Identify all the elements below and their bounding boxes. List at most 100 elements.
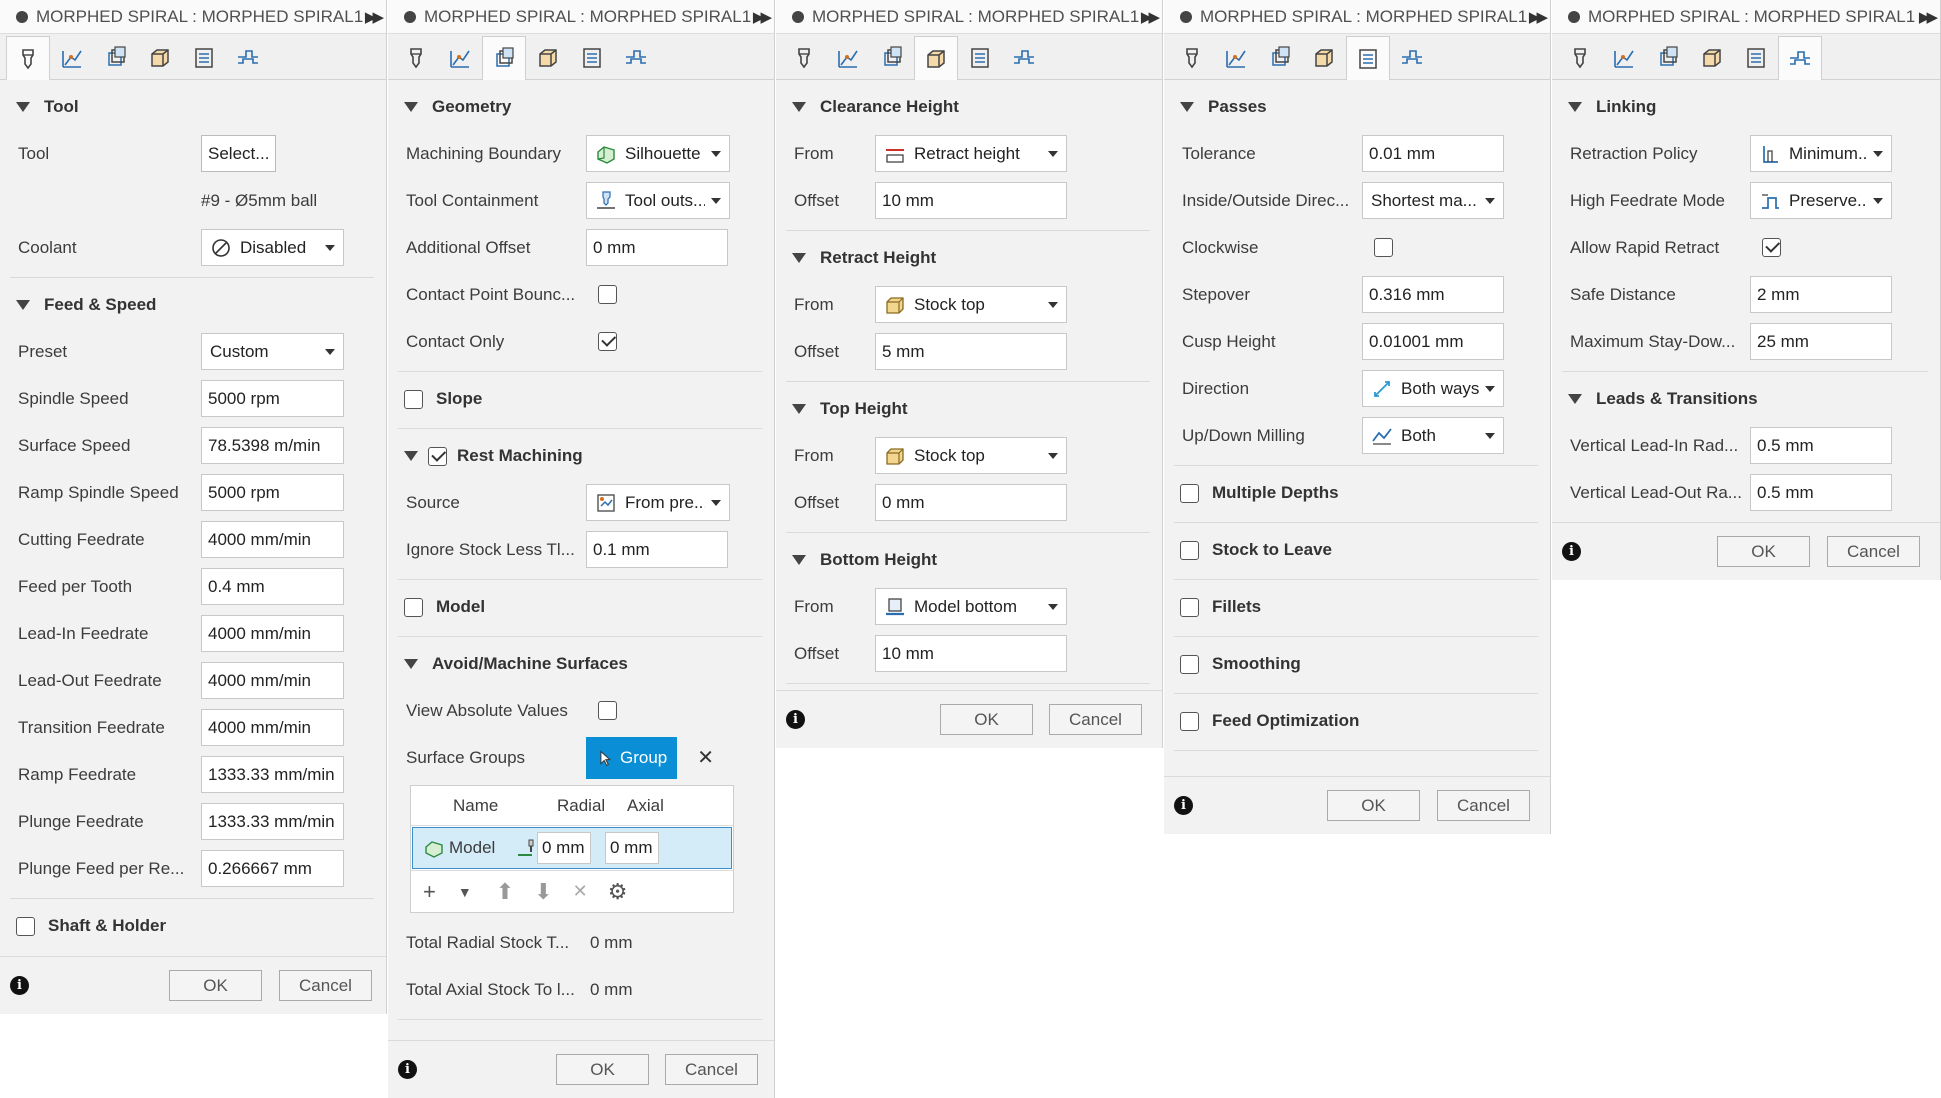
vertical-lead-in-input[interactable]: 0.5 mm [1750,427,1892,464]
tab-tool[interactable] [1558,37,1602,79]
tool-select-button[interactable]: Select... [201,135,276,172]
ok-button[interactable]: OK [169,970,262,1001]
tab-tool[interactable] [394,37,438,79]
section-header-geometry[interactable]: Geometry [398,84,762,130]
tab-passes[interactable] [1690,37,1734,79]
tab-linking[interactable] [1346,36,1390,80]
close-dot-icon[interactable] [1180,10,1192,23]
field-input[interactable]: 78.5398 m/min [201,427,344,464]
section-header-shaft-holder[interactable]: Shaft & Holder [10,903,374,949]
offset-input[interactable]: 10 mm [875,635,1067,672]
tab-linking[interactable] [1734,37,1778,79]
machining-boundary-dropdown[interactable]: Silhouette [586,135,730,172]
tab-heights[interactable] [1258,37,1302,79]
clockwise-checkbox[interactable] [1374,238,1393,257]
section-header-collapsed[interactable]: Stock to Leave [1174,527,1538,573]
settings-gear-icon[interactable]: ⚙ [608,879,628,905]
inside-outside-direction-dropdown[interactable]: Shortest ma... [1362,182,1504,219]
section-header-tool[interactable]: Tool [10,84,374,130]
expand-arrows-icon[interactable]: ▶▶ [365,8,384,26]
section-checkbox[interactable] [1180,483,1199,503]
info-icon[interactable]: i [786,710,805,729]
close-dot-icon[interactable] [792,10,804,23]
info-icon[interactable]: i [1174,796,1193,815]
table-row[interactable]: Model 0 mm 0 mm [412,827,732,869]
tab-geometry[interactable] [826,37,870,79]
allow-rapid-retract-checkbox[interactable] [1762,238,1781,257]
field-input[interactable]: 4000 mm/min [201,521,344,558]
section-checkbox[interactable] [1180,597,1199,617]
section-header-leads-transitions[interactable]: Leads & Transitions [1562,376,1928,422]
stepover-input[interactable]: 0.316 mm [1362,276,1504,313]
tab-tool[interactable] [1170,37,1214,79]
tab-passes[interactable] [914,36,958,80]
offset-input[interactable]: 10 mm [875,182,1067,219]
expand-arrows-icon[interactable]: ▶▶ [1529,8,1548,26]
section-checkbox[interactable] [1180,540,1199,560]
tab-simulation[interactable] [1390,37,1434,79]
expand-arrows-icon[interactable]: ▶▶ [1919,8,1938,26]
clear-selection-icon[interactable]: ✕ [697,745,714,770]
cancel-button[interactable]: Cancel [279,970,372,1001]
ok-button[interactable]: OK [940,704,1033,735]
tab-geometry[interactable] [1214,37,1258,79]
axial-stock-input[interactable]: 0 mm [605,832,659,864]
tab-simulation[interactable] [614,37,658,79]
tab-heights[interactable] [870,37,914,79]
tab-heights[interactable] [1646,37,1690,79]
tab-linking[interactable] [570,37,614,79]
tab-simulation[interactable] [1002,37,1046,79]
remove-icon[interactable]: ✕ [573,881,588,902]
from-dropdown[interactable]: Retract height [875,135,1067,172]
section-header-passes[interactable]: Passes [1174,84,1538,130]
ok-button[interactable]: OK [1717,536,1810,567]
field-input[interactable]: 0.4 mm [201,568,344,605]
preset-dropdown[interactable]: Custom [201,333,344,370]
ignore-stock-input[interactable]: 0.1 mm [586,531,728,568]
tab-passes[interactable] [526,37,570,79]
maximum-stay-down-input[interactable]: 25 mm [1750,323,1892,360]
section-header-height[interactable]: Bottom Height [786,537,1150,583]
cancel-button[interactable]: Cancel [1437,790,1530,821]
rest-machining-checkbox[interactable] [428,446,447,466]
section-header-avoid-surfaces[interactable]: Avoid/Machine Surfaces [398,641,762,687]
view-absolute-values-checkbox[interactable] [598,701,617,720]
section-header-height[interactable]: Clearance Height [786,84,1150,130]
section-header-collapsed[interactable]: Fillets [1174,584,1538,630]
vertical-lead-out-input[interactable]: 0.5 mm [1750,474,1892,511]
tab-simulation[interactable] [226,37,270,79]
close-dot-icon[interactable] [16,10,28,23]
info-icon[interactable]: i [398,1060,417,1079]
from-dropdown[interactable]: Model bottom [875,588,1067,625]
ok-button[interactable]: OK [556,1054,649,1085]
up-down-milling-dropdown[interactable]: Both [1362,417,1504,454]
section-checkbox[interactable] [1180,654,1199,674]
additional-offset-input[interactable]: 0 mm [586,229,728,266]
section-checkbox[interactable] [1180,711,1199,731]
group-select-button[interactable]: Group [586,736,678,779]
cancel-button[interactable]: Cancel [665,1054,758,1085]
section-header-slope[interactable]: Slope [398,376,762,422]
tab-heights[interactable] [94,37,138,79]
expand-arrows-icon[interactable]: ▶▶ [1141,8,1160,26]
model-checkbox[interactable] [404,597,423,617]
contact-only-checkbox[interactable] [598,332,617,351]
ok-button[interactable]: OK [1327,790,1420,821]
tab-linking[interactable] [182,37,226,79]
field-input[interactable]: 0.266667 mm [201,850,344,887]
tab-tool[interactable] [782,37,826,79]
field-input[interactable]: 4000 mm/min [201,662,344,699]
move-down-icon[interactable]: ⬇ [534,879,552,905]
tab-simulation[interactable] [1778,36,1822,80]
field-input[interactable]: 4000 mm/min [201,615,344,652]
tool-containment-dropdown[interactable]: Tool outs... [586,182,730,219]
tab-linking[interactable] [958,37,1002,79]
tab-geometry[interactable] [1602,37,1646,79]
expand-arrows-icon[interactable]: ▶▶ [753,8,772,26]
field-input[interactable]: 5000 rpm [201,380,344,417]
info-icon[interactable]: i [1562,542,1581,561]
contact-point-boundary-checkbox[interactable] [598,285,617,304]
safe-distance-input[interactable]: 2 mm [1750,276,1892,313]
close-dot-icon[interactable] [404,10,416,23]
field-input[interactable]: 4000 mm/min [201,709,344,746]
